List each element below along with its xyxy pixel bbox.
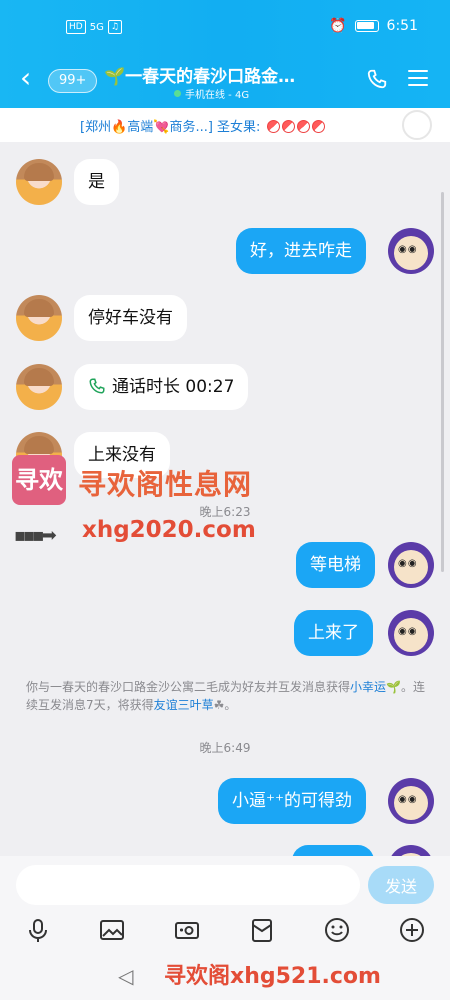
phone-call-icon[interactable] [366,68,388,90]
watermark-logo: 寻欢 [12,455,66,505]
ghost-emoji-icon [402,110,432,140]
contact-avatar[interactable] [16,364,62,410]
status-bar: HD 5G ♫ ⏰ 6:51 [0,0,450,56]
watermark: 寻欢 寻欢阁性息网 [12,455,302,517]
arrow-icon: ▪▪▪➡ [14,525,57,546]
message-bubble-out[interactable]: 好，进去咋走 [236,228,366,274]
back-icon[interactable]: ‹ [20,64,42,94]
image-icon[interactable] [98,916,126,944]
nav-back-icon[interactable]: ◁ [118,964,133,988]
unread-badge[interactable]: 99+ [48,69,98,93]
pill-icon [296,120,310,133]
call-duration: 通话时长 00:27 [112,377,235,397]
my-avatar[interactable] [388,542,434,588]
message-bubble-out[interactable]: 上来了 [294,610,373,656]
watermark-url-row: ▪▪▪➡ xhg2020.com [12,517,272,549]
camera-icon[interactable] [173,916,201,944]
watermark-url: xhg2020.com [82,517,256,543]
call-record-bubble[interactable]: 通话时长 00:27 [74,364,249,410]
chat-title[interactable]: 🌱一春天的春沙口路金… [104,62,334,87]
top-bar: HD 5G ♫ ⏰ 6:51 ‹ 99+ 🌱一春天的春沙口路金… 手机在线 - … [0,0,450,108]
tag-text: [郑州🔥高端💘商务...] 圣女果: [80,116,325,135]
input-bar: 发送 [0,856,450,912]
message-input[interactable] [16,865,360,905]
signal-indicator: 5G [89,21,104,33]
chat-header: ‹ 99+ 🌱一春天的春沙口路金… 手机在线 - 4G [0,56,450,108]
message-bubble-out-partial[interactable] [292,845,374,856]
message-bubble-in[interactable]: 是 [74,159,119,205]
watermark-name: 寻欢阁性息网 [78,468,253,501]
call-icon [89,378,105,394]
pill-icon [311,120,325,133]
hd-indicator: HD [66,20,86,34]
contact-avatar[interactable] [16,159,62,205]
group-tag-banner[interactable]: [郑州🔥高端💘商务...] 圣女果: [0,108,450,142]
pill-icon [266,120,280,133]
contact-avatar[interactable] [16,295,62,341]
notice-text: 你与一春天的春沙口路金沙公寓二毛成为好友并互发消息获得 [26,680,351,694]
clock: 6:51 [386,18,418,34]
message-bubble-out[interactable]: 小逼⁺⁺的可得劲 [218,778,366,824]
send-button[interactable]: 发送 [368,866,434,904]
tag-label: [郑州🔥高端💘商务...] 圣女果: [80,120,261,135]
pill-icon [281,120,295,133]
my-avatar[interactable] [388,610,434,656]
online-status-text: 手机在线 - 4G [185,90,250,101]
plus-icon[interactable] [398,916,426,944]
battery-icon [354,20,379,32]
alarm-icon: ⏰ [329,18,347,34]
status-right: ⏰ 6:51 [329,18,418,34]
my-avatar[interactable] [388,228,434,274]
clover-link[interactable]: 友谊三叶草 [154,698,214,712]
timestamp: 晚上6:49 [199,741,251,755]
my-avatar[interactable] [388,845,434,856]
menu-icon[interactable] [408,70,428,88]
notice-text: ☘。 [213,698,237,712]
system-nav-bar: ◁ 寻欢阁xhg521.com [0,950,450,1000]
message-bubble-out[interactable]: 等电梯 [296,542,375,588]
input-toolbar [0,912,450,950]
lucky-link[interactable]: 小幸运 [350,680,386,694]
app-indicator-icon: ♫ [107,20,122,34]
friendship-notice: 你与一春天的春沙口路金沙公寓二毛成为好友并互发消息获得小幸运🌱。连续互发消息7天… [26,678,426,714]
watermark-bottom: 寻欢阁xhg521.com [164,964,381,989]
microphone-icon[interactable] [24,916,52,944]
online-dot-icon [174,90,181,97]
emoji-icon[interactable] [323,916,351,944]
status-left: HD 5G ♫ [66,20,122,34]
online-status: 手机在线 - 4G [174,86,249,101]
message-bubble-in[interactable]: 停好车没有 [74,295,187,341]
my-avatar[interactable] [388,778,434,824]
red-packet-icon[interactable] [248,916,276,944]
